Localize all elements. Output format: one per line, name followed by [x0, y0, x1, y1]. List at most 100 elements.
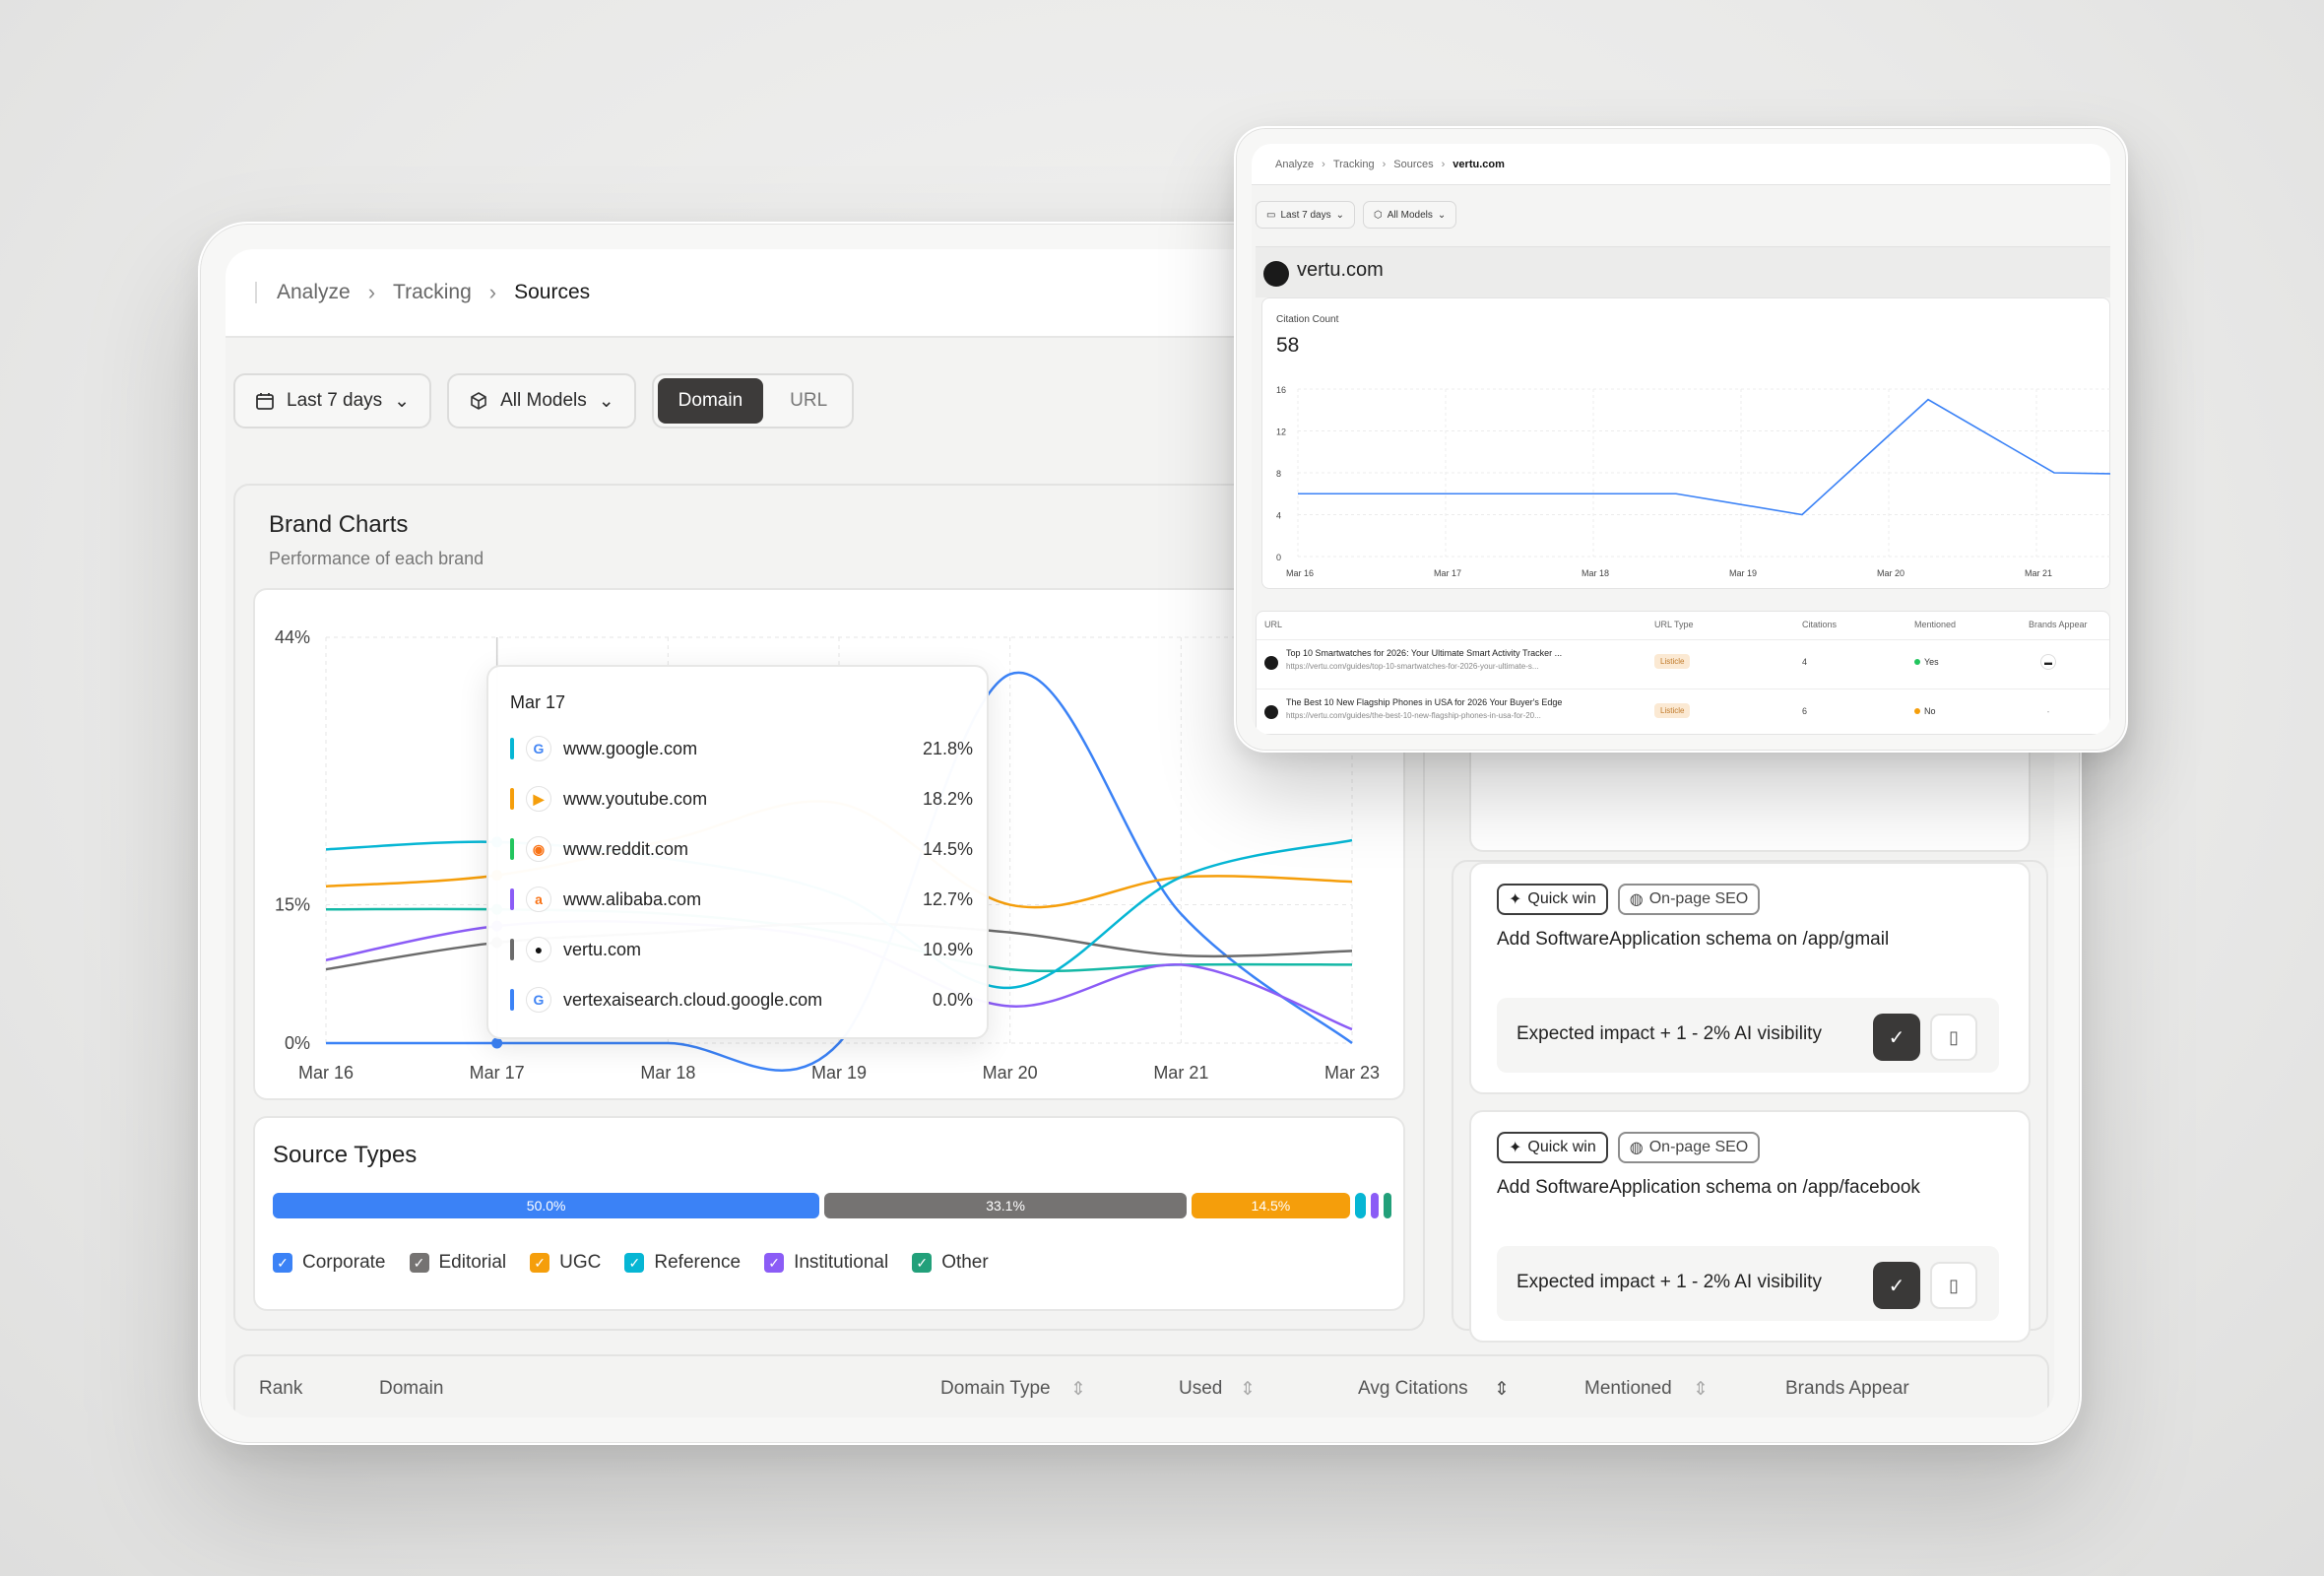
globe-icon: ◍	[1629, 1140, 1644, 1156]
source-types-bar: 50.0% 33.1% 14.5%	[273, 1193, 1392, 1218]
column-brands-appear: Brands Appear	[2029, 620, 2088, 629]
sort-icon[interactable]: ⇕	[1693, 1378, 1709, 1401]
tag-on-page-seo: ◍ On-page SEO	[1617, 884, 1761, 915]
sort-icon[interactable]: ⇕	[1070, 1378, 1086, 1401]
models-label: All Models	[500, 390, 587, 411]
url-link[interactable]: https://vertu.com/guides/top-10-smartwat…	[1286, 662, 1621, 671]
x-tick-label: Mar 19	[811, 1063, 867, 1083]
globe-icon: ◍	[1629, 891, 1644, 908]
citation-chart-svg: 16 12 8 4 0 Mar 16 Mar 17 Mar 18 Mar 19 Mar 20 Mar…	[1276, 385, 2110, 578]
breadcrumb-analyze[interactable]: Analyze	[1275, 159, 1314, 170]
detail-filter-bar: ▭ Last 7 days ⌄ ⬡ All Models ⌄	[1256, 201, 1457, 229]
column-mentioned[interactable]: Mentioned	[1914, 620, 1956, 629]
breadcrumb-tracking[interactable]: Tracking	[1333, 159, 1375, 170]
x-tick-label: Mar 23	[1324, 1063, 1380, 1083]
series-color-bar	[510, 989, 514, 1011]
date-range-label: Last 7 days	[287, 390, 383, 411]
source-type-segment[interactable]	[1354, 1193, 1367, 1218]
cube-icon	[471, 392, 486, 410]
approve-button[interactable]: ✓	[1873, 1262, 1920, 1309]
citation-series-line[interactable]	[1298, 398, 2110, 516]
check-icon: ✓	[1888, 1026, 1905, 1049]
source-type-segment[interactable]: 14.5%	[1191, 1193, 1350, 1218]
breadcrumb-current-domain: vertu.com	[1452, 158, 1505, 170]
favicon-icon: ▶	[526, 786, 551, 812]
breadcrumb-analyze[interactable]: Analyze	[277, 281, 351, 304]
source-type-segment[interactable]	[1384, 1193, 1392, 1218]
detail-breadcrumb: Analyze › Tracking › Sources › vertu.com	[1252, 144, 2110, 185]
table-row[interactable]: Top 10 Smartwatches for 2026: Your Ultim…	[1257, 639, 2109, 687]
breadcrumb-tracking[interactable]: Tracking	[393, 281, 472, 304]
recommendation-title: Add SoftwareApplication schema on /app/f…	[1497, 1177, 1920, 1198]
vertu-logo-icon	[1264, 705, 1278, 719]
vertu-logo-icon	[1263, 261, 1289, 287]
column-rank: Rank	[259, 1378, 303, 1399]
date-range-dropdown[interactable]: ▭ Last 7 days ⌄	[1256, 201, 1355, 229]
copy-button[interactable]: ▯	[1930, 1014, 1977, 1061]
date-range-dropdown[interactable]: Last 7 days ⌄	[233, 373, 432, 428]
mentioned-status: No	[1914, 706, 1936, 716]
legend-item[interactable]: ✓ Reference	[624, 1252, 741, 1274]
legend-label: UGC	[559, 1252, 602, 1273]
legend-item[interactable]: ✓ Corporate	[273, 1252, 386, 1274]
status-dot-icon	[1914, 659, 1920, 665]
sparkle-icon: ✦	[1509, 891, 1522, 908]
legend-item[interactable]: ✓ Editorial	[409, 1252, 506, 1274]
source-types-title: Source Types	[273, 1142, 418, 1168]
series-color-bar	[510, 939, 514, 960]
x-tick-label: Mar 21	[2025, 568, 2052, 578]
source-type-segment[interactable]: 50.0%	[273, 1193, 820, 1218]
legend-label: Reference	[654, 1252, 742, 1273]
legend-item[interactable]: ✓ Other	[912, 1252, 989, 1274]
recommendations-panel: ✦ Quick win ◍ On-page SEO Add SoftwareAppl…	[1452, 665, 2048, 1343]
checkbox-icon[interactable]: ✓	[624, 1253, 645, 1273]
calendar-icon	[256, 393, 274, 410]
column-used[interactable]: Used	[1179, 1378, 1222, 1400]
y-tick-label: 0	[1276, 553, 1281, 562]
detail-device-frame: Analyze › Tracking › Sources › vertu.com ▭ L…	[1234, 126, 2128, 753]
column-domain-type[interactable]: Domain Type	[940, 1378, 1051, 1400]
chevron-right-icon: ›	[1322, 158, 1325, 170]
impact-box: Expected impact + 1 - 2% AI visibility ✓…	[1497, 998, 1999, 1073]
url-title[interactable]: Top 10 Smartwatches for 2026: Your Ultim…	[1286, 648, 1621, 658]
source-type-segment[interactable]: 33.1%	[824, 1193, 1187, 1218]
toggle-url[interactable]: URL	[769, 378, 848, 424]
checkbox-icon[interactable]: ✓	[912, 1253, 933, 1273]
models-dropdown[interactable]: ⬡ All Models ⌄	[1363, 201, 1457, 229]
column-mentioned[interactable]: Mentioned	[1584, 1378, 1672, 1400]
tag-quick-win: ✦ Quick win	[1497, 1132, 1608, 1163]
column-citations[interactable]: Citations	[1802, 620, 1837, 629]
copy-button[interactable]: ▯	[1930, 1262, 1977, 1309]
checkbox-icon[interactable]: ✓	[530, 1253, 550, 1273]
sort-desc-icon[interactable]: ⇕	[1494, 1378, 1510, 1401]
models-dropdown[interactable]: All Models ⌄	[447, 373, 636, 428]
checkbox-icon[interactable]: ✓	[409, 1253, 429, 1273]
table-row[interactable]: The Best 10 New Flagship Phones in USA f…	[1257, 689, 2109, 735]
toggle-domain[interactable]: Domain	[657, 378, 764, 424]
sort-icon[interactable]: ⇕	[1240, 1378, 1256, 1401]
impact-text: Expected impact + 1 - 2% AI visibility	[1517, 1272, 1822, 1292]
approve-button[interactable]: ✓	[1873, 1014, 1920, 1061]
url-title[interactable]: The Best 10 New Flagship Phones in USA f…	[1286, 697, 1621, 707]
column-url[interactable]: URL	[1264, 620, 1282, 629]
citation-count: 4	[1802, 657, 1808, 667]
checkbox-icon[interactable]: ✓	[273, 1253, 292, 1273]
chevron-right-icon: ›	[488, 280, 497, 304]
legend-item[interactable]: ✓ UGC	[530, 1252, 601, 1274]
series-color-bar	[510, 838, 514, 860]
domain-table-header: Rank Domain Domain Type ⇕ Used ⇕ Avg Cit…	[233, 1354, 2049, 1417]
check-icon: ✓	[1888, 1275, 1905, 1297]
y-tick-label: 4	[1276, 511, 1281, 521]
source-type-segment[interactable]	[1371, 1193, 1380, 1218]
tooltip-domain: vertexaisearch.cloud.google.com	[563, 989, 823, 1010]
column-avg-citations[interactable]: Avg Citations	[1358, 1378, 1468, 1400]
checkbox-icon[interactable]: ✓	[764, 1253, 785, 1273]
breadcrumb-sources[interactable]: Sources	[1393, 159, 1433, 170]
favicon-icon: G	[526, 987, 551, 1013]
vertu-logo-icon	[1264, 656, 1278, 670]
url-link[interactable]: https://vertu.com/guides/the-best-10-new…	[1286, 711, 1621, 720]
legend-item[interactable]: ✓ Institutional	[764, 1252, 888, 1274]
favicon-icon: ●	[526, 937, 551, 962]
column-url-type[interactable]: URL Type	[1654, 620, 1694, 629]
tooltip-value: 18.2%	[922, 788, 973, 809]
